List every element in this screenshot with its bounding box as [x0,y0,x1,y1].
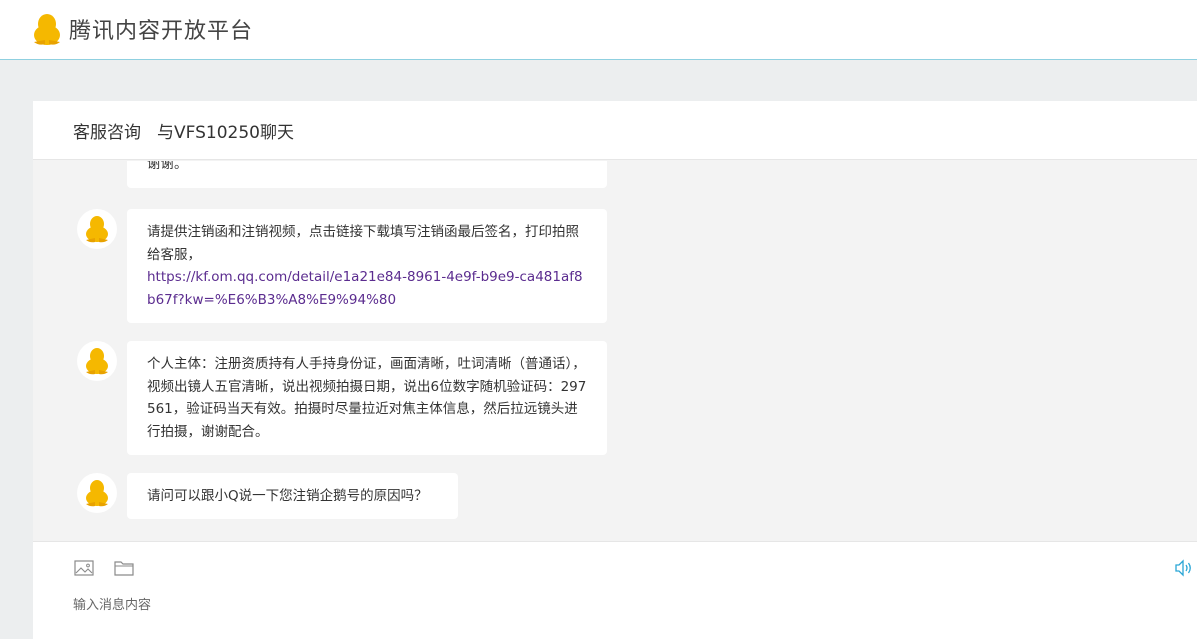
app-title: 腾讯内容开放平台 [69,19,254,44]
penguin-avatar-icon [86,216,108,243]
avatar [77,473,117,513]
message-bubble: 个人主体：注册资质持有人手持身份证，画面清晰，吐词清晰（普通话），视频出镜人五官… [127,341,607,455]
image-icon[interactable] [73,558,95,578]
logo[interactable]: 腾讯内容开放平台 [31,12,253,46]
message-text: 个人主体：注册资质持有人手持身份证，画面清晰，吐词清晰（普通话），视频出镜人五官… [147,356,587,440]
message-text: 请提供注销函和注销视频，点击链接下载填写注销函最后签名，打印拍照给客服， [147,224,579,263]
chat-card: 客服咨询 与VFS10250聊天 谢谢。 请提供注销函和注销视频，点击链接下载填… [33,101,1197,639]
message-link[interactable]: https://kf.om.qq.com/detail/e1a21e84-896… [147,269,583,308]
message-text: 请问可以跟小Q说一下您注销企鹅号的原因吗？ [147,488,428,504]
message-text: 谢谢。 [147,161,188,172]
speaker-icon[interactable] [1173,558,1193,578]
message-list[interactable]: 谢谢。 请提供注销函和注销视频，点击链接下载填写注销函最后签名，打印拍照给客服，… [33,161,1197,541]
penguin-logo-icon [34,14,60,45]
message-bubble: 请问可以跟小Q说一下您注销企鹅号的原因吗？ [127,473,458,519]
avatar [77,209,117,249]
top-bar: 腾讯内容开放平台 [0,0,1197,60]
penguin-avatar-icon [86,348,108,375]
message-input[interactable]: 输入消息内容 [73,594,151,613]
section-title: 客服咨询 [73,122,141,143]
chat-with-label: 与VFS10250聊天 [157,122,294,143]
penguin-avatar-icon [86,480,108,507]
message-bubble: 谢谢。 [127,161,607,188]
message-composer: 输入消息内容 [33,541,1197,639]
avatar [77,341,117,381]
folder-icon[interactable] [113,558,135,578]
chat-header: 客服咨询 与VFS10250聊天 [33,101,1197,160]
message-bubble: 请提供注销函和注销视频，点击链接下载填写注销函最后签名，打印拍照给客服， htt… [127,209,607,323]
